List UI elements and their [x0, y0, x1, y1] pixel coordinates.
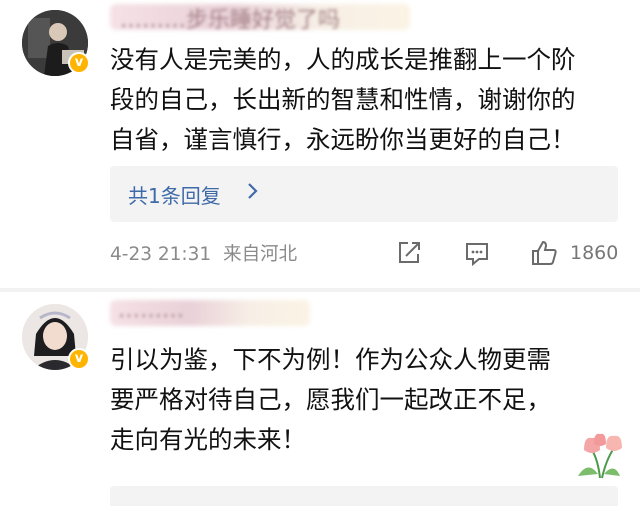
- comment-line: 走向有光的未来！: [110, 425, 306, 454]
- comment-item: v ……… 引以为鉴，下不为例！作为公众人物更需 要严格对待自己，愿我们一起改正…: [0, 290, 640, 506]
- verified-badge-icon: v: [68, 348, 90, 370]
- tulip-sticker-icon: [570, 430, 630, 480]
- comment-item: v ………步乐睡好觉了吗 没有人是完美的，人的成长是推翻上一个阶 段的自己，长出…: [0, 0, 640, 292]
- view-replies-link[interactable]: 共1条回复: [128, 180, 221, 209]
- comment-meta: 4-23 21:31 来自河北: [110, 240, 303, 266]
- comment-line: 段的自己，长出新的智慧和性情，谢谢你的: [110, 85, 576, 114]
- replies-box: [110, 486, 618, 506]
- thumbs-up-icon: [532, 240, 557, 265]
- comment-line: 引以为鉴，下不为例！作为公众人物更需: [110, 345, 551, 374]
- location: 来自河北: [223, 244, 298, 265]
- like-button[interactable]: [530, 240, 558, 266]
- chevron-right-icon: [246, 180, 260, 207]
- like-count: 1860: [570, 242, 619, 264]
- comment-text: 引以为鉴，下不为例！作为公众人物更需 要严格对待自己，愿我们一起改正不足， 走向…: [110, 340, 551, 460]
- comment-line: 没有人是完美的，人的成长是推翻上一个阶: [110, 45, 576, 74]
- username[interactable]: ………步乐睡好觉了吗: [120, 2, 340, 34]
- comment-text: 没有人是完美的，人的成长是推翻上一个阶 段的自己，长出新的智慧和性情，谢谢你的 …: [110, 40, 576, 160]
- verified-badge-icon: v: [68, 52, 90, 74]
- comment-line: 要严格对待自己，愿我们一起改正不足，: [110, 385, 551, 414]
- comment-button[interactable]: [464, 240, 490, 266]
- username[interactable]: ………: [118, 298, 184, 323]
- share-button[interactable]: [396, 240, 422, 266]
- replies-box[interactable]: 共1条回复: [110, 166, 618, 222]
- share-icon: [399, 242, 420, 263]
- timestamp: 4-23 21:31: [110, 244, 212, 265]
- comment-icon: [466, 243, 488, 266]
- comment-line: 自省，谨言慎行，永远盼你当更好的自己！: [110, 125, 576, 154]
